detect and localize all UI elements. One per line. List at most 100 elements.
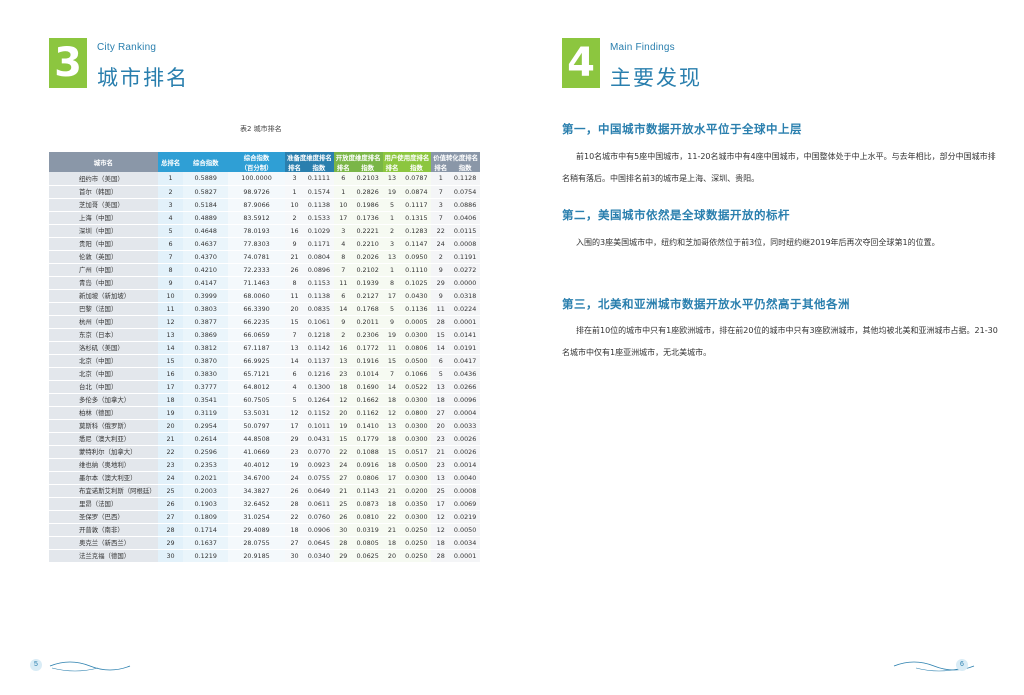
section-title-cn: 主要发现: [610, 66, 702, 90]
total-rank: 19: [157, 406, 184, 420]
value-index: 0.0191: [450, 341, 480, 355]
header-index: 综合指数: [228, 152, 286, 162]
composite-index: 31.0254: [228, 510, 286, 524]
footer-ornament: [49, 661, 131, 672]
total-rank: 5: [157, 224, 184, 238]
table-row: 纽约市（美国） 1 0.5889 100.0000 3 0.1111 6 0.2103 13 0.…: [49, 172, 480, 186]
openness-rank: 4: [333, 237, 353, 251]
readiness-index: 0.0645: [304, 536, 334, 550]
value-rank: 22: [431, 224, 451, 238]
usage-rank: 14: [382, 380, 402, 394]
usage-index: 0.0200: [401, 484, 432, 498]
composite-score: 0.2353: [183, 458, 229, 472]
usage-rank: 5: [382, 302, 402, 316]
openness-rank: 25: [333, 497, 353, 511]
value-rank: 9: [431, 289, 451, 303]
openness-rank: 11: [333, 276, 353, 290]
composite-score: 0.1219: [183, 549, 229, 563]
readiness-rank: 15: [285, 315, 304, 329]
composite-score: 0.5889: [183, 172, 229, 186]
total-rank: 25: [157, 484, 184, 498]
composite-score: 0.4648: [183, 224, 229, 238]
composite-index: 44.8508: [228, 432, 286, 446]
usage-rank: 17: [382, 471, 402, 485]
usage-index: 0.0350: [401, 497, 432, 511]
readiness-index: 0.0906: [304, 523, 334, 537]
usage-index: 0.1110: [401, 263, 432, 277]
table-row: 深圳（中国） 5 0.4648 78.0193 16 0.1029 3 0.2221 2 0.12…: [49, 224, 480, 238]
openness-index: 0.0916: [352, 458, 383, 472]
composite-index: 83.5912: [228, 211, 286, 225]
readiness-index: 0.0896: [304, 263, 334, 277]
usage-index: 0.0300: [401, 510, 432, 524]
composite-score: 0.4637: [183, 237, 229, 251]
readiness-rank: 7: [285, 328, 304, 342]
openness-index: 0.1772: [352, 341, 383, 355]
readiness-index: 0.1137: [304, 354, 334, 368]
openness-index: 0.2210: [352, 237, 383, 251]
city-name: 法兰克福（德国）: [49, 549, 158, 563]
value-index: 0.0417: [450, 354, 480, 368]
usage-index: 0.0250: [401, 536, 432, 550]
value-rank: 3: [431, 198, 451, 212]
usage-rank: 20: [382, 549, 402, 563]
readiness-rank: 16: [285, 224, 304, 238]
readiness-rank: 12: [285, 406, 304, 420]
total-rank: 14: [157, 341, 184, 355]
usage-rank: 13: [382, 172, 402, 186]
openness-index: 0.0873: [352, 497, 383, 511]
readiness-index: 0.1264: [304, 393, 334, 407]
usage-index: 0.0300: [401, 393, 432, 407]
usage-rank: 21: [382, 484, 402, 498]
openness-index: 0.1014: [352, 367, 383, 381]
composite-score: 0.2003: [183, 484, 229, 498]
usage-rank: 13: [382, 250, 402, 264]
total-rank: 24: [157, 471, 184, 485]
total-rank: 8: [157, 263, 184, 277]
openness-rank: 29: [333, 549, 353, 563]
total-rank: 26: [157, 497, 184, 511]
value-index: 0.0034: [450, 536, 480, 550]
usage-index: 0.0500: [401, 458, 432, 472]
openness-index: 0.0810: [352, 510, 383, 524]
usage-index: 0.0800: [401, 406, 432, 420]
city-name: 深圳（中国）: [49, 224, 158, 238]
section-number-badge: 3: [49, 38, 87, 88]
composite-index: 32.6452: [228, 497, 286, 511]
section-title-en: City Ranking: [97, 42, 157, 53]
readiness-index: 0.0431: [304, 432, 334, 446]
value-rank: 11: [431, 302, 451, 316]
usage-index: 0.0300: [401, 432, 432, 446]
header-sub-index: 指数: [352, 162, 383, 172]
openness-rank: 28: [333, 536, 353, 550]
usage-index: 0.1025: [401, 276, 432, 290]
table-caption: 表2 城市排名: [240, 125, 282, 133]
header-sub-rank: 排名: [285, 162, 304, 172]
value-rank: 12: [431, 510, 451, 524]
openness-rank: 2: [333, 328, 353, 342]
composite-score: 0.1809: [183, 510, 229, 524]
table-row: 墨尔本（澳大利亚） 24 0.2021 34.6700 24 0.0755 27 0.0806…: [49, 471, 480, 485]
composite-index: 72.2333: [228, 263, 286, 277]
openness-rank: 8: [333, 250, 353, 264]
total-rank: 2: [157, 185, 184, 199]
city-name: 贵阳（中国）: [49, 237, 158, 251]
finding-body-1: 前10名城市中有5座中国城市，11-20名城市中有4座中国城市，中国整体处于中上…: [562, 152, 996, 183]
composite-score: 0.3869: [183, 328, 229, 342]
finding-body-2: 入围的3座美国城市中，纽约和芝加哥依然位于前3位，同时纽约继2019年后再次夺回…: [576, 238, 940, 247]
openness-rank: 7: [333, 263, 353, 277]
openness-index: 0.1162: [352, 406, 383, 420]
total-rank: 17: [157, 380, 184, 394]
usage-rank: 22: [382, 510, 402, 524]
readiness-rank: 4: [285, 380, 304, 394]
left-page: 3 City Ranking 城市排名 表2 城市排名 城市名 总排名 综合指数…: [0, 0, 512, 695]
value-rank: 6: [431, 354, 451, 368]
openness-rank: 24: [333, 458, 353, 472]
city-name: 北京（中国）: [49, 367, 158, 381]
openness-rank: 15: [333, 432, 353, 446]
footer-ornament: [893, 661, 975, 672]
table-row: 里昂（法国） 26 0.1903 32.6452 28 0.0611 25 0.0873 18 0…: [49, 497, 480, 511]
usage-rank: 2: [382, 224, 402, 238]
openness-rank: 20: [333, 406, 353, 420]
usage-index: 0.1136: [401, 302, 432, 316]
